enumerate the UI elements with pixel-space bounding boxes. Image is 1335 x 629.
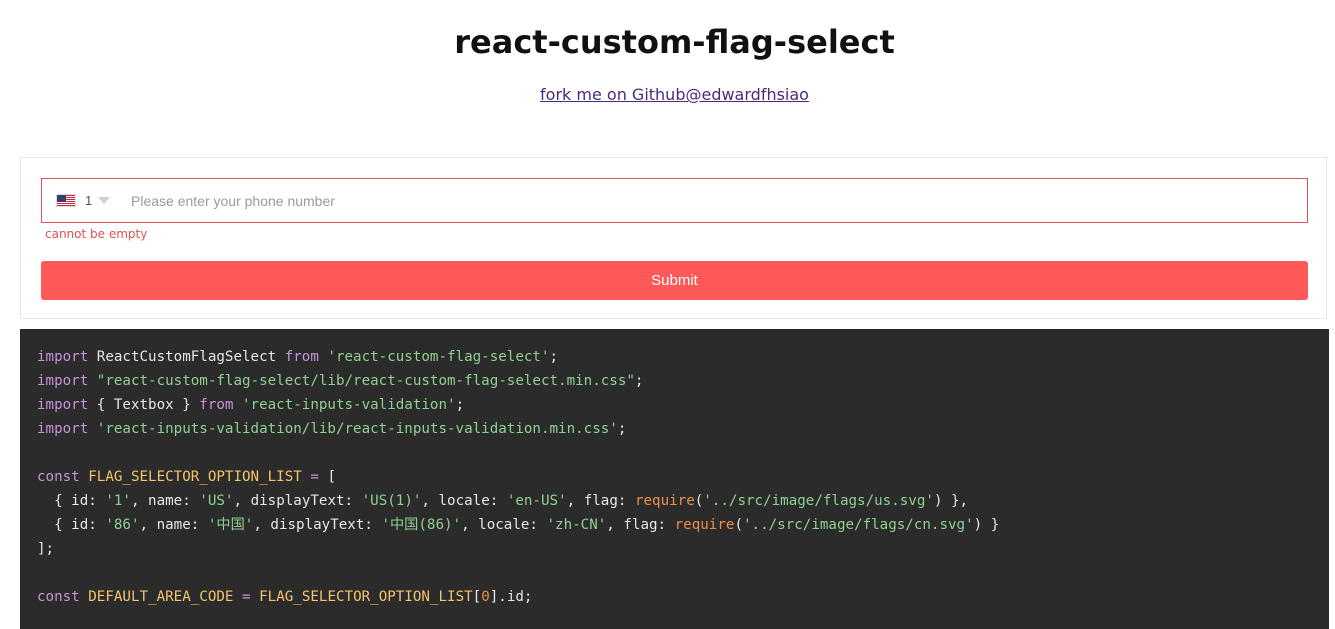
page-title: react-custom-flag-select	[454, 23, 895, 61]
code-token: [	[318, 469, 336, 485]
code-token: '中国'	[207, 517, 254, 533]
chevron-down-icon	[98, 197, 111, 204]
code-token: , displayText:	[233, 493, 362, 509]
fork-github-link[interactable]: fork me on Github@edwardfhsiao	[540, 85, 809, 104]
code-token: FLAG_SELECTOR_OPTION_LIST	[88, 469, 302, 485]
code-token: ReactCustomFlagSelect	[88, 349, 285, 365]
code-token: , locale:	[421, 493, 507, 509]
code-token: , name:	[130, 493, 200, 509]
phone-form-card: 1 cannot be empty Submit	[20, 157, 1327, 319]
error-message: cannot be empty	[45, 227, 148, 241]
code-token: 'react-inputs-validation/lib/react-input…	[96, 421, 618, 437]
code-token: 'zh-CN'	[546, 517, 607, 533]
code-token: { Textbox }	[88, 397, 200, 413]
code-token: ;	[617, 421, 627, 437]
code-token: DEFAULT_AREA_CODE	[88, 589, 234, 605]
flag-select-dropdown[interactable]: 1	[56, 179, 111, 222]
code-token: , displayText:	[253, 517, 382, 533]
code-token: 'react-custom-flag-select'	[327, 349, 550, 365]
code-token: 0	[481, 589, 490, 605]
phone-number-input[interactable]	[131, 179, 1291, 222]
code-token: =	[310, 469, 319, 485]
code-token: ) }	[973, 517, 1000, 533]
code-line: import 'react-inputs-validation/lib/reac…	[37, 417, 1329, 441]
code-line: import "react-custom-flag-select/lib/rea…	[37, 369, 1329, 393]
code-token: 'US'	[199, 493, 234, 509]
code-token: ) },	[933, 493, 969, 509]
code-token: (	[734, 517, 743, 533]
code-token: from	[284, 349, 319, 365]
code-token: [	[472, 589, 482, 605]
code-token: '86'	[105, 517, 140, 533]
code-token: =	[242, 589, 251, 605]
code-block: import ReactCustomFlagSelect from 'react…	[20, 329, 1329, 629]
code-token: '../src/image/flags/us.svg'	[703, 493, 934, 509]
code-token: ;	[549, 349, 559, 365]
code-token: '中国(86)'	[381, 517, 462, 533]
code-token: 'US(1)'	[361, 493, 422, 509]
code-token: ;	[634, 373, 644, 389]
fork-link-container: fork me on Github@edwardfhsiao	[0, 84, 1335, 106]
phone-input-group: 1	[41, 178, 1308, 223]
code-line: import { Textbox } from 'react-inputs-va…	[37, 393, 1329, 417]
code-line: { id: '86', name: '中国', displayText: '中国…	[37, 513, 1329, 537]
code-token: '1'	[105, 493, 131, 509]
code-line: const FLAG_SELECTOR_OPTION_LIST = [	[37, 465, 1329, 489]
code-line: { id: '1', name: 'US', displayText: 'US(…	[37, 489, 1329, 513]
us-flag-icon	[56, 194, 76, 207]
code-token: { id:	[37, 517, 106, 533]
code-line: const DEFAULT_AREA_CODE = FLAG_SELECTOR_…	[37, 585, 1329, 609]
area-code-label: 1	[85, 193, 93, 208]
code-token: import	[37, 397, 89, 413]
code-token: ;	[455, 397, 465, 413]
code-token: 'en-US'	[506, 493, 567, 509]
code-token: { id:	[37, 493, 106, 509]
code-token: const	[37, 469, 80, 485]
code-token: "react-custom-flag-select/lib/react-cust…	[96, 373, 635, 389]
code-line: ];	[37, 537, 1329, 561]
code-token: const	[37, 589, 80, 605]
submit-button[interactable]: Submit	[41, 261, 1308, 300]
code-token: 'react-inputs-validation'	[242, 397, 456, 413]
code-token: ];	[37, 541, 55, 557]
code-token: , name:	[139, 517, 208, 533]
code-token: import	[37, 421, 89, 437]
code-token: import	[37, 373, 89, 389]
code-token: , locale:	[461, 517, 547, 533]
code-token: require	[674, 517, 735, 533]
code-line: import ReactCustomFlagSelect from 'react…	[37, 345, 1329, 369]
code-token: ].id;	[489, 589, 533, 605]
code-token: from	[199, 397, 234, 413]
code-token: FLAG_SELECTOR_OPTION_LIST	[259, 589, 473, 605]
code-token: require	[634, 493, 695, 509]
code-token: '../src/image/flags/cn.svg'	[742, 517, 974, 533]
code-token: import	[37, 349, 89, 365]
code-token: , flag:	[606, 517, 675, 533]
code-token: , flag:	[566, 493, 635, 509]
